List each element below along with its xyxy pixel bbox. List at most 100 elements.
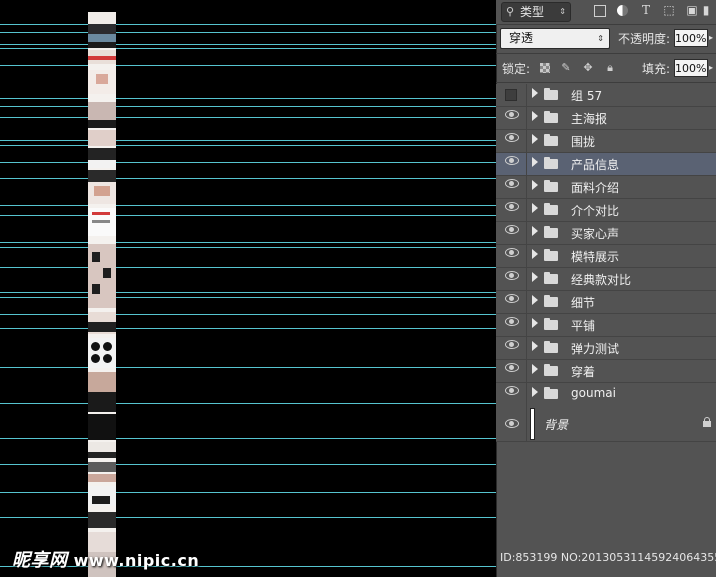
- filter-toggle-icon[interactable]: ▮: [701, 3, 711, 17]
- fill-arrow-icon[interactable]: ▸: [709, 59, 716, 77]
- divider: [496, 24, 716, 25]
- guide-line: [0, 215, 496, 216]
- layer-group-row[interactable]: 细节: [496, 291, 716, 314]
- expand-triangle-icon[interactable]: [532, 88, 538, 98]
- column-divider: [526, 337, 527, 360]
- fill-input[interactable]: 100%: [674, 59, 708, 77]
- eye-icon[interactable]: [505, 340, 519, 349]
- layer-group-row[interactable]: 围拢: [496, 130, 716, 153]
- guide-line: [0, 314, 496, 315]
- layer-group-row[interactable]: 介个对比: [496, 199, 716, 222]
- nipic-watermark: 昵享网 www.nipic.cn: [12, 546, 199, 572]
- search-icon: ⚲: [506, 5, 515, 18]
- guide-line: [0, 242, 496, 243]
- eye-icon[interactable]: [505, 133, 519, 142]
- opacity-label: 不透明度:: [618, 32, 671, 46]
- layer-group-row[interactable]: 买家心声: [496, 222, 716, 245]
- column-divider: [526, 199, 527, 222]
- shape-filter-icon[interactable]: ⬚: [662, 3, 676, 17]
- expand-triangle-icon[interactable]: [532, 295, 538, 305]
- folder-icon: [544, 364, 558, 376]
- layer-group-row[interactable]: 穿着: [496, 360, 716, 383]
- layer-group-row[interactable]: 产品信息: [496, 153, 716, 176]
- eye-icon[interactable]: [505, 110, 519, 119]
- smart-object-filter-icon[interactable]: ▣: [685, 3, 699, 17]
- expand-triangle-icon[interactable]: [532, 341, 538, 351]
- expand-triangle-icon[interactable]: [532, 111, 538, 121]
- eye-icon[interactable]: [505, 294, 519, 303]
- guide-line: [0, 24, 496, 25]
- watermark-url: www.nipic.cn: [73, 551, 200, 570]
- expand-triangle-icon[interactable]: [532, 387, 538, 397]
- expand-triangle-icon[interactable]: [532, 364, 538, 374]
- opacity-input[interactable]: 100%: [674, 29, 708, 47]
- blend-opacity-bar: 穿透 ⇕ 不透明度: 100% ▸: [496, 26, 716, 52]
- layer-name: 围拢: [571, 135, 596, 149]
- layer-group-row[interactable]: 面料介绍: [496, 176, 716, 199]
- column-divider: [526, 107, 527, 130]
- divider: [496, 53, 716, 54]
- column-divider: [526, 153, 527, 176]
- eye-icon[interactable]: [505, 363, 519, 372]
- eye-icon[interactable]: [505, 156, 519, 165]
- expand-triangle-icon[interactable]: [532, 226, 538, 236]
- eye-icon[interactable]: [505, 225, 519, 234]
- eye-icon[interactable]: [505, 419, 519, 428]
- document-canvas[interactable]: 昵享网 www.nipic.cn: [0, 0, 496, 577]
- guide-line: [0, 98, 496, 99]
- opacity-arrow-icon[interactable]: ▸: [709, 29, 716, 47]
- folder-icon: [544, 387, 558, 399]
- layer-name: 面料介绍: [571, 181, 620, 195]
- guide-line: [0, 267, 496, 268]
- layer-name: 主海报: [571, 112, 608, 126]
- layer-name: 穿着: [571, 365, 596, 379]
- lock-transparency-icon[interactable]: [540, 63, 550, 73]
- visibility-off-box[interactable]: [505, 89, 517, 101]
- layer-group-row[interactable]: 模特展示: [496, 245, 716, 268]
- image-filter-icon[interactable]: [594, 5, 606, 17]
- layer-group-row[interactable]: 平铺: [496, 314, 716, 337]
- layers-panel: ⚲ 类型 ⇕ T ⬚ ▣ ▮ 穿透 ⇕ 不透明度: 100% ▸ 锁定: ✎ ✥…: [496, 0, 716, 577]
- guide-line: [0, 162, 496, 163]
- expand-triangle-icon[interactable]: [532, 180, 538, 190]
- layer-filter-select[interactable]: ⚲ 类型 ⇕: [501, 2, 571, 22]
- column-divider: [526, 84, 527, 107]
- background-layer-row[interactable]: 背景: [496, 405, 716, 442]
- expand-triangle-icon[interactable]: [532, 249, 538, 259]
- guide-line: [0, 65, 496, 66]
- expand-triangle-icon[interactable]: [532, 157, 538, 167]
- fill-label: 填充:: [642, 62, 671, 76]
- folder-icon: [544, 295, 558, 307]
- adjustment-filter-icon[interactable]: [617, 5, 628, 16]
- lock-pixels-icon[interactable]: ✎: [560, 62, 572, 74]
- updown-arrows-icon: ⇕: [597, 34, 604, 43]
- guide-line: [0, 438, 496, 439]
- layer-group-row[interactable]: 弹力测试: [496, 337, 716, 360]
- eye-icon[interactable]: [505, 317, 519, 326]
- column-divider: [526, 383, 527, 406]
- expand-triangle-icon[interactable]: [532, 203, 538, 213]
- lock-all-icon[interactable]: 🔒︎: [604, 62, 616, 74]
- eye-icon[interactable]: [505, 386, 519, 395]
- column-divider: [526, 268, 527, 291]
- eye-icon[interactable]: [505, 179, 519, 188]
- watermark-brand: 昵享网: [12, 550, 68, 571]
- expand-triangle-icon[interactable]: [532, 318, 538, 328]
- eye-icon[interactable]: [505, 202, 519, 211]
- layer-group-row[interactable]: goumai: [496, 383, 716, 406]
- layer-group-row[interactable]: 经典款对比: [496, 268, 716, 291]
- expand-triangle-icon[interactable]: [532, 134, 538, 144]
- filter-type-label: 类型: [520, 5, 545, 19]
- layer-group-row[interactable]: 主海报: [496, 107, 716, 130]
- guide-line: [0, 292, 496, 293]
- image-id-text: ID:853199 NO:20130531145924064355: [500, 551, 716, 564]
- type-filter-icon[interactable]: T: [639, 3, 653, 17]
- lock-position-icon[interactable]: ✥: [582, 62, 594, 74]
- eye-icon[interactable]: [505, 271, 519, 280]
- eye-icon[interactable]: [505, 248, 519, 257]
- layer-group-row[interactable]: 组 57: [496, 84, 716, 107]
- folder-icon: [544, 249, 558, 261]
- column-divider: [526, 314, 527, 337]
- blend-mode-select[interactable]: 穿透 ⇕: [500, 28, 610, 49]
- expand-triangle-icon[interactable]: [532, 272, 538, 282]
